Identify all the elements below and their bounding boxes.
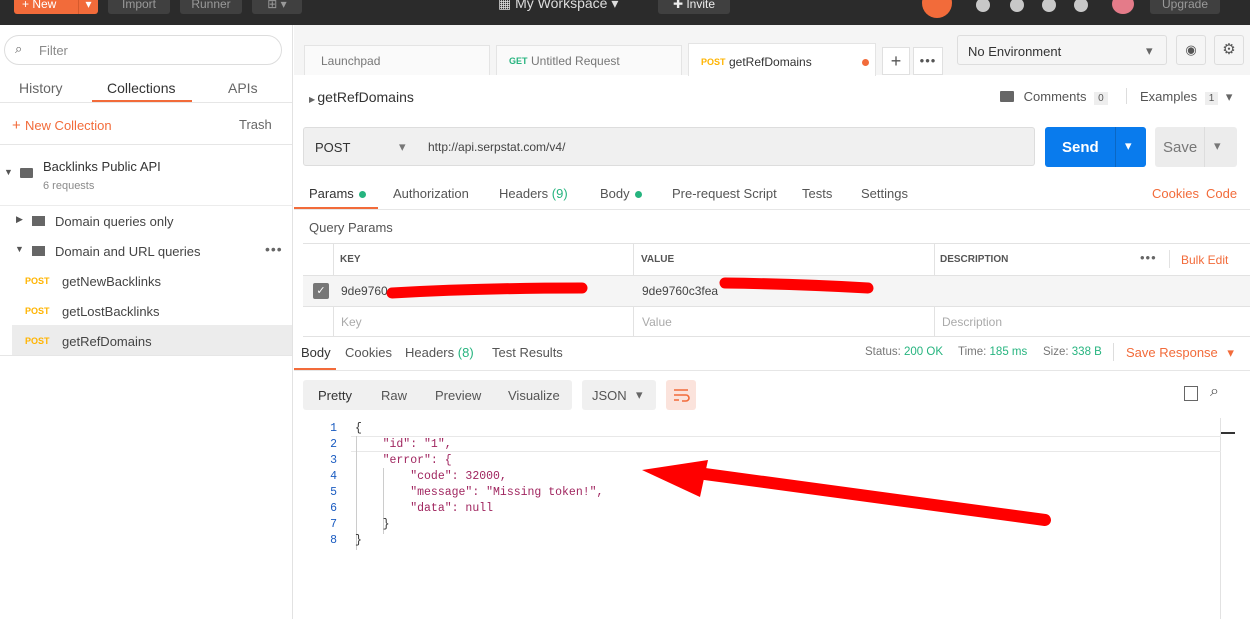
redaction-stroke	[386, 282, 588, 299]
redaction-stroke	[719, 277, 874, 294]
annotation-overlay	[386, 277, 1051, 526]
arrow-head	[642, 460, 708, 497]
arrow-shaft	[684, 466, 1051, 526]
